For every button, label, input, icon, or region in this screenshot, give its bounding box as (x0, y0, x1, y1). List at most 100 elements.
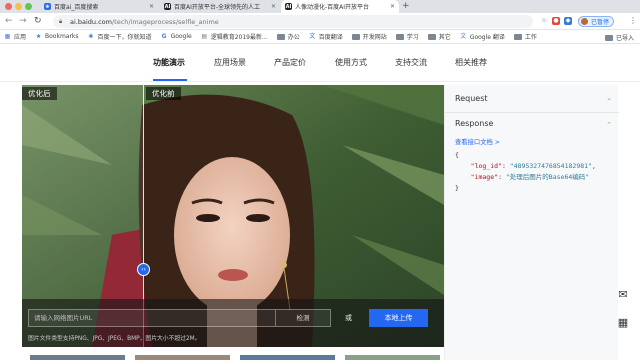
translate-icon: 文 (309, 33, 316, 40)
back-arrow-icon[interactable]: ← (5, 16, 13, 26)
bookmark-folder[interactable]: 工作 (513, 32, 537, 41)
new-tab-button[interactable]: + (402, 0, 410, 12)
upload-overlay: 检测 或 本地上传 图片文件类型支持PNG、JPG、JPEG、BMP，图片大小不… (22, 299, 444, 347)
url-domain: ai.baidu.com (70, 17, 112, 26)
tab-title: 百度AI开放平台-全球领先的人工 (174, 4, 261, 11)
chevron-up-icon[interactable]: ⌃ (606, 121, 612, 129)
floating-side-buttons: ✉ ▦ (612, 283, 634, 339)
star-bookmark-icon[interactable]: ☆ (540, 17, 548, 25)
bookmark-label: 开发网站 (362, 34, 387, 41)
bookmark-folder[interactable]: 学习 (395, 32, 419, 41)
bookmark-label: 百度一下，你就知道 (97, 34, 152, 41)
nav-pricing[interactable]: 产品定价 (274, 57, 306, 68)
label-before: 优化前 (146, 87, 181, 100)
star-icon: ★ (35, 33, 42, 40)
browser-tab[interactable]: ❀ 百度ai_百度搜索 ✕ (40, 0, 158, 13)
close-tab-icon[interactable]: ✕ (386, 3, 395, 10)
browser-tab-active[interactable]: AI 人像动漫化-百度AI开放平台 ✕ (281, 0, 399, 13)
address-bar[interactable]: 🔒︎ ai.baidu.com /tech/imageprocess/selfi… (53, 15, 533, 28)
bookmark-google[interactable]: G Google (161, 33, 192, 40)
close-window-button[interactable] (5, 3, 12, 10)
forward-arrow-icon[interactable]: → (19, 16, 27, 26)
bookmark-bookmarks[interactable]: ★ Bookmarks (35, 33, 79, 40)
mail-icon[interactable]: ✉ (612, 283, 634, 305)
chevron-down-icon[interactable]: ⌄ (606, 94, 612, 102)
minimize-window-button[interactable] (15, 3, 22, 10)
google-icon: G (161, 33, 167, 40)
nav-usage[interactable]: 使用方式 (335, 57, 367, 68)
sample-thumbnail[interactable] (135, 355, 230, 360)
compare-slider-handle[interactable]: ‹› (137, 263, 150, 276)
bookmark-label: 应用 (14, 34, 27, 41)
sample-thumbnails (30, 355, 440, 360)
bookmark-label: 百度翻译 (318, 34, 343, 41)
folder-icon (351, 33, 360, 40)
qr-code-icon[interactable]: ▦ (612, 311, 634, 333)
nav-demo[interactable]: 功能演示 (153, 57, 185, 68)
bookmarks-bar: ▦ 应用 ★ Bookmarks ❀ 百度一下，你就知道 G Google ▤ 逻辑教育2… (0, 30, 640, 44)
url-path: /tech/imageprocess/selfie_anime (111, 17, 219, 26)
label-after: 优化后 (22, 87, 57, 100)
bookmark-imported[interactable]: 已导入 (604, 33, 634, 42)
tab-title: 人像动漫化-百度AI开放平台 (295, 4, 370, 11)
json-brace: { (455, 151, 459, 159)
bookmark-label: 逻辑教育2019最新... (210, 34, 268, 41)
paw-icon: ❀ (88, 33, 94, 40)
reload-icon[interactable]: ↻ (34, 16, 42, 26)
response-section-header[interactable]: Response (455, 119, 493, 128)
close-tab-icon[interactable]: ✕ (145, 3, 154, 10)
profile-button[interactable]: 已暂停 (578, 16, 615, 27)
bookmark-course[interactable]: ▤ 逻辑教育2019最新... (201, 32, 268, 41)
bookmark-folder[interactable]: 办公 (276, 32, 300, 41)
local-upload-button[interactable]: 本地上传 (369, 309, 428, 327)
active-nav-underline (153, 79, 187, 81)
tab-title: 百度ai_百度搜索 (54, 4, 99, 11)
bookmark-folder[interactable]: 开发网站 (351, 32, 387, 41)
nav-recommend[interactable]: 相关推荐 (455, 57, 487, 68)
sample-thumbnail[interactable] (345, 355, 440, 360)
detect-button[interactable]: 检测 (275, 309, 331, 327)
folder-icon (513, 33, 522, 40)
sample-thumbnail[interactable] (240, 355, 335, 360)
extension-icon[interactable]: ● (552, 17, 560, 25)
nav-scenarios[interactable]: 应用场景 (214, 57, 246, 68)
divider (445, 112, 619, 113)
bookmark-label: Google (170, 33, 192, 40)
grid-icon: ▦ (4, 33, 11, 40)
image-url-input[interactable] (28, 309, 275, 327)
more-menu-icon[interactable]: ⋮ (629, 16, 637, 26)
nav-support[interactable]: 支持交流 (395, 57, 427, 68)
or-text: 或 (345, 314, 352, 322)
json-brace: } (455, 184, 459, 192)
request-section-header[interactable]: Request (455, 94, 488, 103)
maximize-window-button[interactable] (25, 3, 32, 10)
extension-icon[interactable]: ◆ (564, 17, 572, 25)
folder-icon (395, 33, 404, 40)
demo-image-area[interactable]: 优化后 优化前 ‹› 检测 或 本地上传 图片文件类型支持PNG、JPG、JPE… (22, 85, 444, 347)
json-value: "4895327476854182981" (509, 162, 592, 170)
api-doc-link[interactable]: 查看接口文档 > (455, 137, 500, 146)
bookmark-apps[interactable]: ▦ 应用 (4, 32, 26, 41)
browser-tab-strip: ❀ 百度ai_百度搜索 ✕ AI 百度AI开放平台-全球领先的人工 ✕ AI 人… (0, 0, 640, 13)
bookmark-google-translate[interactable]: 文 Google 翻译 (460, 32, 505, 41)
upload-hint: 图片文件类型支持PNG、JPG、JPEG、BMP，图片大小不超过2M。 (28, 336, 201, 342)
baidu-paw-icon: ❀ (44, 3, 51, 10)
bookmark-label: 学习 (406, 34, 419, 41)
translate-icon: 文 (460, 33, 467, 40)
bookmark-label: 已导入 (615, 35, 634, 42)
bookmark-translate[interactable]: 文百度翻译 (309, 32, 343, 41)
close-tab-icon[interactable]: ✕ (267, 3, 276, 10)
bookmark-folder[interactable]: 其它 (427, 32, 451, 41)
sample-thumbnail[interactable] (30, 355, 125, 360)
bookmark-baidu[interactable]: ❀ 百度一下，你就知道 (88, 32, 152, 41)
browser-toolbar: ← → ↻ 🔒︎ ai.baidu.com /tech/imageprocess… (0, 13, 640, 30)
profile-label: 已暂停 (591, 19, 610, 26)
avatar (581, 18, 588, 25)
browser-tab[interactable]: AI 百度AI开放平台-全球领先的人工 ✕ (160, 0, 280, 13)
bookmark-label: Bookmarks (45, 33, 79, 40)
json-key: "image" (470, 173, 499, 181)
response-json: { "log_id": "4895327476854182981", "imag… (455, 151, 596, 192)
page-icon: ▤ (201, 33, 208, 40)
bookmark-label: 工作 (524, 34, 537, 41)
lock-icon: 🔒︎ (59, 17, 63, 25)
